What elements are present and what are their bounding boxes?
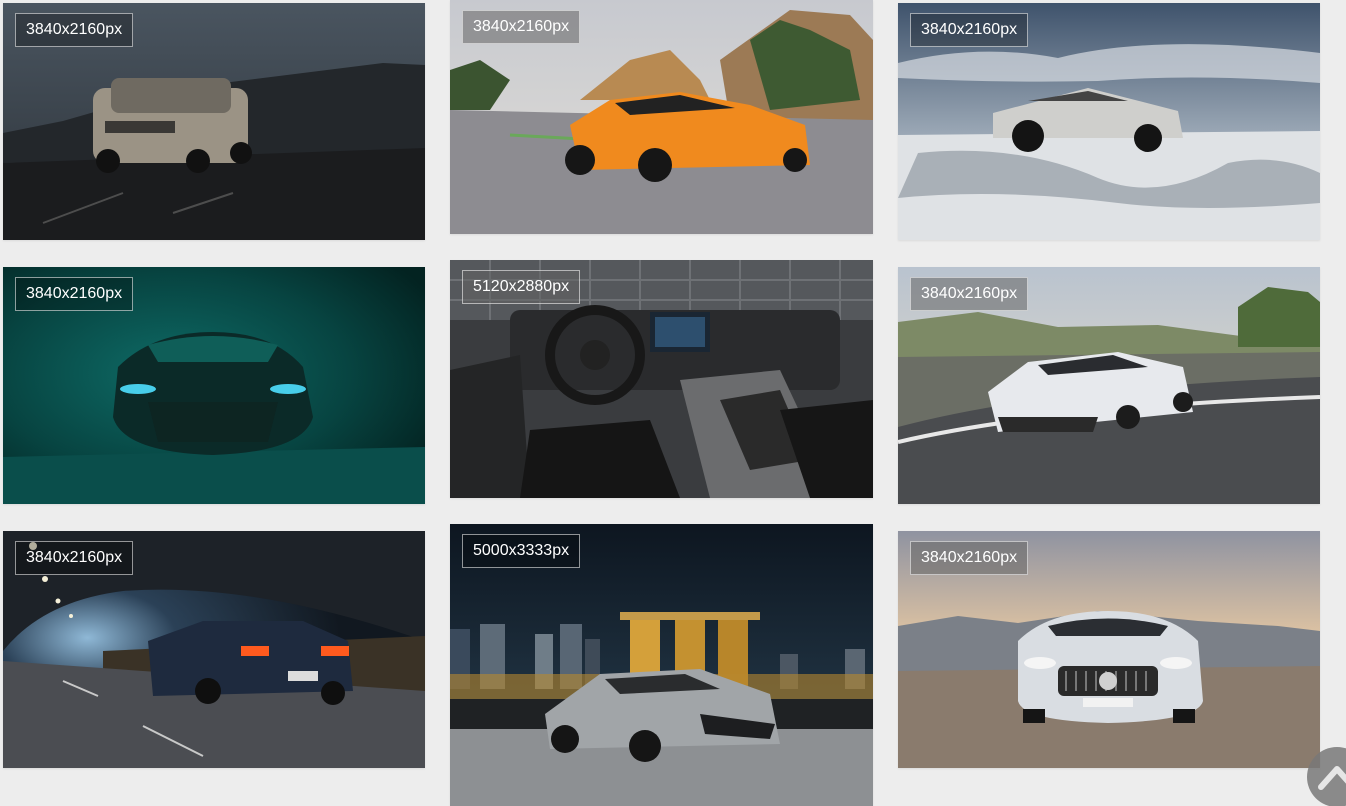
- resolution-badge: 3840x2160px: [910, 13, 1029, 47]
- gallery-item-city-supercar[interactable]: 5000x3333px: [450, 524, 873, 806]
- gallery-item-cybertruck[interactable]: 3840x2160px: [898, 3, 1320, 240]
- resolution-badge: 3840x2160px: [462, 10, 581, 44]
- gallery-item-teal-coupe[interactable]: 3840x2160px: [3, 267, 425, 504]
- gallery-item-muscle-car[interactable]: 3840x2160px: [3, 531, 425, 768]
- resolution-badge: 3840x2160px: [910, 541, 1029, 575]
- resolution-badge: 3840x2160px: [15, 13, 134, 47]
- chevron-up-icon: [1318, 766, 1346, 790]
- resolution-badge: 3840x2160px: [910, 277, 1029, 311]
- image-gallery: 3840x2160px 3840x2160px 3840x2160px 3840…: [0, 0, 1346, 806]
- gallery-item-truck-interior[interactable]: 5120x2880px: [450, 260, 873, 498]
- gallery-item-white-supercar[interactable]: 3840x2160px: [898, 267, 1320, 504]
- resolution-badge: 3840x2160px: [15, 277, 134, 311]
- gallery-item-orange-supercar[interactable]: 3840x2160px: [450, 0, 873, 234]
- gallery-item-silver-gt[interactable]: 3840x2160px: [898, 531, 1320, 768]
- gallery-item-suv[interactable]: 3840x2160px: [3, 3, 425, 240]
- resolution-badge: 3840x2160px: [15, 541, 134, 575]
- resolution-badge: 5120x2880px: [462, 270, 581, 304]
- resolution-badge: 5000x3333px: [462, 534, 581, 568]
